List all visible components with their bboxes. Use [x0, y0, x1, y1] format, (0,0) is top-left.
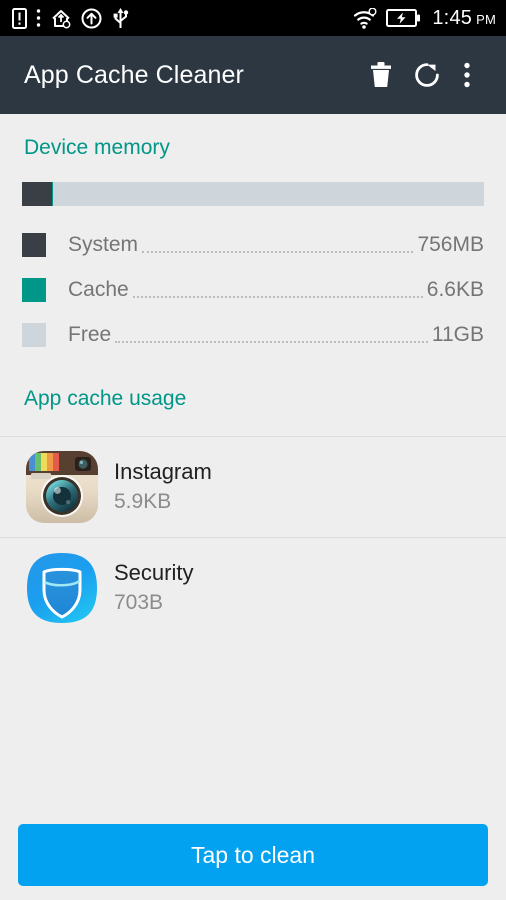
- memory-segment-cache: [52, 182, 53, 206]
- memory-legend: System 756MB Cache 6.6KB Free 11GB: [0, 222, 506, 357]
- clock-ampm: PM: [476, 11, 496, 27]
- app-bar: App Cache Cleaner: [0, 36, 506, 114]
- refresh-button[interactable]: [404, 52, 450, 98]
- legend-label-system: System: [68, 232, 139, 256]
- home-upload-icon: [52, 9, 71, 28]
- legend-leader: [132, 295, 423, 298]
- app-cache-size: 703B: [114, 591, 164, 614]
- tap-to-clean-button[interactable]: Tap to clean: [18, 824, 488, 886]
- legend-leader: [115, 340, 428, 343]
- memory-segment-system: [22, 182, 53, 206]
- main-content: Device memory System 756MB Cache 6.6KB F…: [0, 114, 506, 900]
- app-cache-size: 5.9KB: [114, 490, 172, 513]
- page-title: App Cache Cleaner: [24, 60, 244, 89]
- app-screen: 1:45 PM App Cache Cleaner Device memory …: [0, 0, 506, 900]
- legend-leader: [142, 250, 414, 253]
- memory-usage-bar: [22, 182, 484, 206]
- status-bar-left-icons: [12, 7, 353, 29]
- legend-row-free: Free 11GB: [22, 312, 484, 357]
- refresh-icon: [415, 63, 439, 87]
- overflow-menu-icon: [464, 62, 470, 88]
- status-bar-clock: 1:45 PM: [432, 7, 496, 30]
- legend-label-free: Free: [68, 322, 112, 346]
- legend-swatch-system: [22, 232, 46, 257]
- legend-value-system: 756MB: [417, 232, 484, 256]
- list-item[interactable]: Security 703B: [0, 538, 506, 638]
- device-memory-title: Device memory: [24, 136, 170, 159]
- status-bar: 1:45 PM: [0, 0, 506, 36]
- legend-value-free: 11GB: [431, 322, 484, 346]
- legend-swatch-free: [22, 322, 46, 347]
- clock-time: 1:45: [432, 6, 473, 29]
- usb-icon: [113, 8, 129, 28]
- app-info: Instagram 5.9KB: [114, 458, 212, 516]
- legend-value-cache: 6.6KB: [426, 277, 484, 301]
- app-info: Security 703B: [114, 559, 193, 617]
- battery-charging-icon: [386, 9, 421, 27]
- legend-swatch-cache: [22, 277, 46, 302]
- legend-row-system: System 756MB: [22, 222, 484, 267]
- app-name: Instagram: [114, 459, 212, 484]
- arrow-up-circle-icon: [81, 8, 102, 28]
- legend-label-cache: Cache: [68, 277, 129, 301]
- legend-row-cache: Cache 6.6KB: [22, 267, 484, 312]
- list-item[interactable]: Instagram 5.9KB: [0, 437, 506, 537]
- sim-alert-icon: [12, 7, 27, 29]
- status-bar-right-icons: 1:45 PM: [353, 7, 496, 30]
- delete-button[interactable]: [358, 52, 404, 98]
- delete-icon: [371, 62, 391, 87]
- security-shield-icon: [27, 553, 97, 623]
- app-cache-usage-title: App cache usage: [24, 387, 187, 410]
- instagram-icon: [26, 451, 98, 523]
- app-name: Security: [114, 560, 194, 585]
- wifi-icon: [354, 7, 377, 29]
- overflow-menu-button[interactable]: [450, 52, 484, 98]
- more-vertical-icon: [36, 9, 41, 27]
